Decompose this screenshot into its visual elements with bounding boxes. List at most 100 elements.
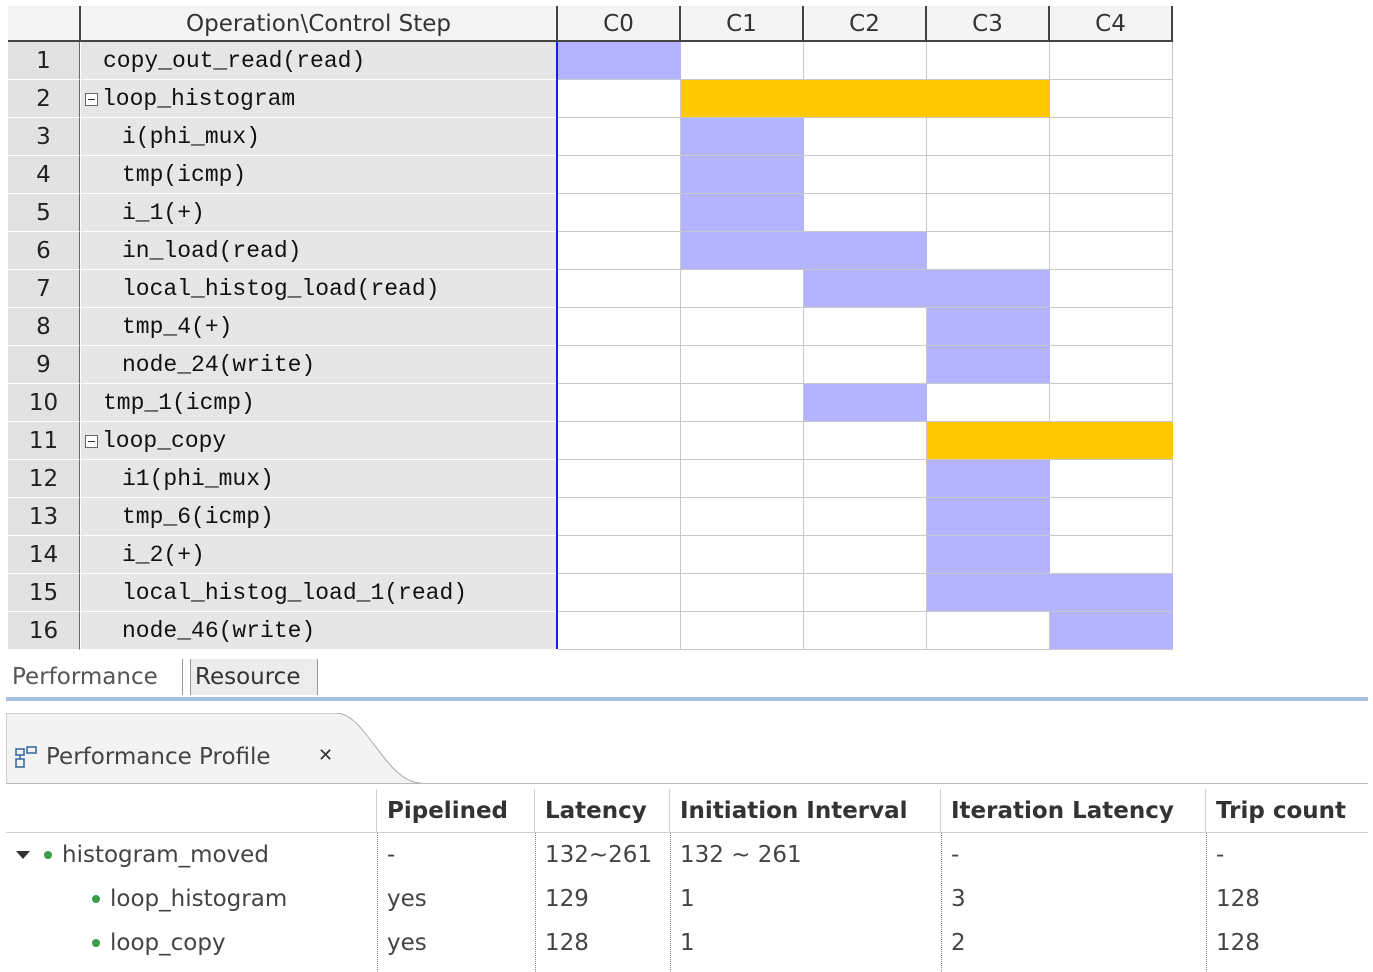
collapse-toggle-icon[interactable] (85, 435, 98, 448)
operation-name[interactable]: copy_out_read(read) (81, 42, 557, 80)
performance-profile-view: Performance Profile ✕ Pipelined Latency … (0, 705, 1373, 972)
operation-bar[interactable] (927, 308, 1050, 345)
table-row-name[interactable]: loop_copy (6, 921, 377, 965)
schedule-row[interactable]: 2 loop_histogram (0, 80, 1173, 118)
schedule-cell (681, 308, 804, 346)
operation-bar[interactable] (927, 460, 1050, 497)
schedule-row[interactable]: 7 local_histog_load(read) (0, 270, 1173, 308)
col-header-name[interactable] (6, 789, 377, 833)
schedule-row[interactable]: 10 tmp_1(icmp) (0, 384, 1173, 422)
close-icon[interactable]: ✕ (318, 745, 333, 767)
tabs-divider (6, 697, 1368, 701)
row-number: 11 (8, 422, 80, 460)
schedule-row[interactable]: 14 i_2(+) (0, 536, 1173, 574)
col-header-trip-count[interactable]: Trip count (1206, 789, 1368, 833)
schedule-cell (804, 612, 927, 650)
schedule-cell (804, 460, 927, 498)
schedule-cell (804, 574, 927, 612)
schedule-row[interactable]: 3 i(phi_mux) (0, 118, 1173, 156)
header-rownum (8, 6, 81, 42)
operation-bar[interactable] (804, 384, 927, 421)
operation-name[interactable]: tmp_1(icmp) (81, 384, 557, 422)
operation-name[interactable]: local_histog_load_1(read) (81, 574, 557, 612)
loop-name[interactable]: loop_histogram (81, 80, 557, 118)
operation-name[interactable]: tmp_4(+) (81, 308, 557, 346)
loop-span-bar[interactable] (681, 80, 1050, 117)
loop-span-bar[interactable] (927, 422, 1173, 459)
schedule-cell (927, 156, 1050, 194)
loop-name[interactable]: loop_copy (81, 422, 557, 460)
cell-iteration-latency: 3 (951, 886, 966, 912)
operation-name[interactable]: node_46(write) (81, 612, 557, 650)
operation-label: node_24(write) (122, 352, 316, 378)
operation-name[interactable]: i(phi_mux) (81, 118, 557, 156)
operation-bar[interactable] (927, 498, 1050, 535)
header-step-c3[interactable]: C3 (927, 6, 1050, 42)
schedule-row[interactable]: 9 node_24(write) (0, 346, 1173, 384)
schedule-row[interactable]: 6 in_load(read) (0, 232, 1173, 270)
col-header-initiation-interval[interactable]: Initiation Interval (670, 789, 941, 833)
operation-bar[interactable] (681, 156, 804, 193)
schedule-row[interactable]: 15 local_histog_load_1(read) (0, 574, 1173, 612)
collapse-toggle-icon[interactable] (85, 93, 98, 106)
schedule-cell (558, 460, 681, 498)
schedule-cell (1050, 346, 1173, 384)
schedule-row[interactable]: 16 node_46(write) (0, 612, 1173, 650)
operation-name[interactable]: in_load(read) (81, 232, 557, 270)
row-label: loop_histogram (110, 886, 288, 912)
schedule-row[interactable]: 12 i1(phi_mux) (0, 460, 1173, 498)
table-row-name[interactable]: loop_histogram (6, 877, 377, 921)
operation-label: node_46(write) (122, 618, 316, 644)
schedule-cell (558, 156, 681, 194)
schedule-row[interactable]: 5 i_1(+) (0, 194, 1173, 232)
table-row-name[interactable]: histogram_moved (6, 833, 377, 877)
operation-name[interactable]: node_24(write) (81, 346, 557, 384)
operation-name[interactable]: tmp_6(icmp) (81, 498, 557, 536)
view-title[interactable]: Performance Profile (46, 743, 271, 771)
schedule-cell (558, 270, 681, 308)
operation-bar[interactable] (804, 270, 1050, 307)
tab-resource[interactable]: Resource (190, 659, 318, 695)
row-number: 12 (8, 460, 80, 498)
schedule-cell (558, 384, 681, 422)
operation-bar[interactable] (681, 232, 927, 269)
header-operation[interactable]: Operation\Control Step (81, 6, 558, 42)
expand-arrow-icon[interactable] (16, 851, 30, 859)
header-step-c1[interactable]: C1 (681, 6, 804, 42)
operation-name[interactable]: i_1(+) (81, 194, 557, 232)
operation-bar[interactable] (927, 574, 1173, 611)
operation-bar[interactable] (681, 194, 804, 231)
operation-bar[interactable] (681, 118, 804, 155)
operation-bar[interactable] (927, 536, 1050, 573)
col-header-latency[interactable]: Latency (535, 789, 670, 833)
col-header-iteration-latency[interactable]: Iteration Latency (941, 789, 1206, 833)
schedule-cell (558, 346, 681, 384)
operation-label: i(phi_mux) (122, 124, 261, 150)
operation-bar[interactable] (927, 346, 1050, 383)
row-number: 16 (8, 612, 80, 650)
schedule-cell (681, 574, 804, 612)
operation-name[interactable]: tmp(icmp) (81, 156, 557, 194)
operation-label: tmp(icmp) (122, 162, 247, 188)
schedule-row[interactable]: 8 tmp_4(+) (0, 308, 1173, 346)
schedule-cell (1050, 232, 1173, 270)
operation-bar[interactable] (1050, 612, 1173, 649)
col-header-pipelined[interactable]: Pipelined (377, 789, 535, 833)
schedule-row[interactable]: 4 tmp(icmp) (0, 156, 1173, 194)
operation-name[interactable]: i1(phi_mux) (81, 460, 557, 498)
header-step-c2[interactable]: C2 (804, 6, 927, 42)
tab-performance[interactable]: Performance (8, 659, 183, 695)
schedule-row[interactable]: 11 loop_copy (0, 422, 1173, 460)
schedule-row[interactable]: 13 tmp_6(icmp) (0, 498, 1173, 536)
operation-name[interactable]: local_histog_load(read) (81, 270, 557, 308)
schedule-row[interactable]: 1 copy_out_read(read) (0, 42, 1173, 80)
operation-bar[interactable] (558, 42, 681, 79)
cell-initiation-interval: 132 ~ 261 (680, 842, 802, 868)
cell-trip-count: 128 (1216, 886, 1260, 912)
header-step-c0[interactable]: C0 (558, 6, 681, 42)
header-step-c4[interactable]: C4 (1050, 6, 1173, 42)
row-label: loop_copy (110, 930, 226, 956)
operation-name[interactable]: i_2(+) (81, 536, 557, 574)
schedule-cell (681, 498, 804, 536)
schedule-cell (681, 460, 804, 498)
